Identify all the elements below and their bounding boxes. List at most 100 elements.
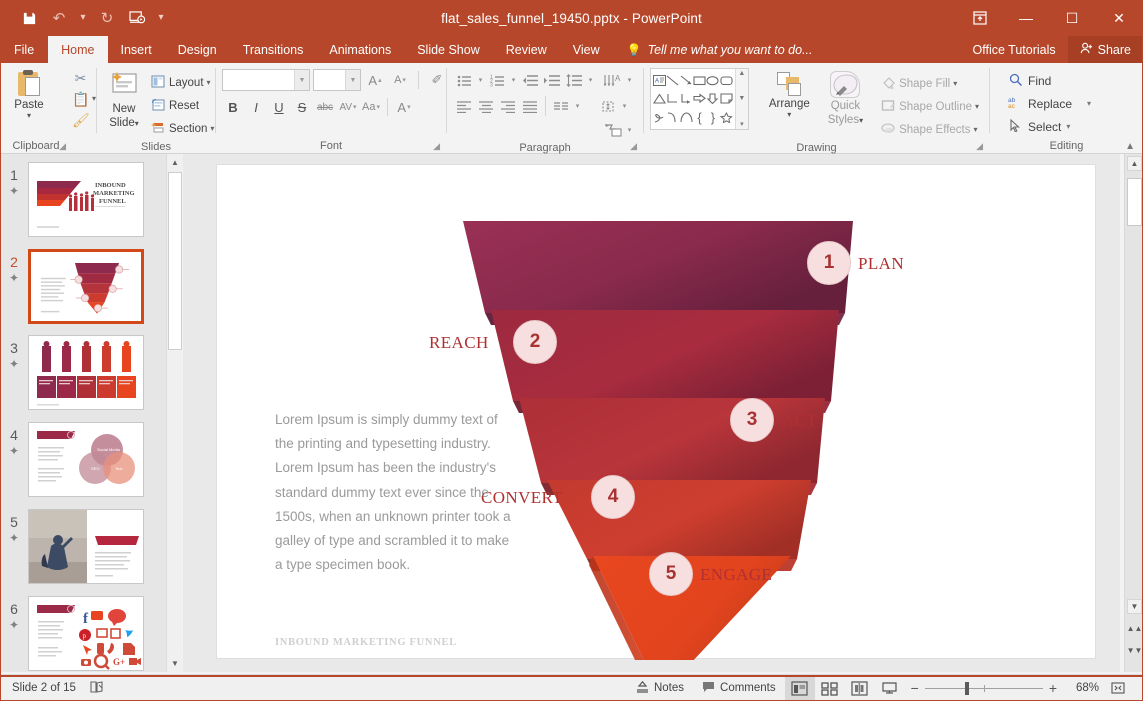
chevron-down-icon[interactable]: ▼ [294, 70, 309, 90]
tab-animations[interactable]: Animations [316, 36, 404, 63]
font-name-combo[interactable]: ▼ [222, 69, 310, 91]
shape-folded-corner-icon[interactable] [720, 90, 733, 109]
next-slide-icon[interactable]: ▼▼ [1127, 643, 1143, 658]
thumbnail-5[interactable] [28, 509, 144, 584]
zoom-slider-handle[interactable] [964, 681, 969, 695]
comments-button[interactable]: Comments [693, 675, 785, 701]
chevron-down-icon[interactable]: ▾ [207, 78, 211, 87]
shape-arrow-icon[interactable] [680, 71, 693, 90]
paragraph-dialog-launcher-icon[interactable]: ◢ [630, 141, 637, 152]
change-case-button[interactable]: Aa ▾ [360, 96, 382, 118]
shapes-gallery[interactable]: A {} ▲ ▼ ▾ [650, 68, 749, 130]
zoom-in-button[interactable]: + [1043, 675, 1063, 701]
replace-button[interactable]: ab ac Replace ▾ [1002, 92, 1096, 115]
thumbnail-panel-scrollbar[interactable]: ▲ ▼ [166, 154, 183, 672]
thumbnail-6[interactable]: f p G+ [28, 596, 144, 671]
funnel-stage-3[interactable] [519, 398, 825, 483]
shape-effects-button[interactable]: Shape Effects ▾ [875, 118, 983, 141]
bullets-dropdown-icon[interactable]: ▾ [475, 69, 486, 91]
scroll-down-icon[interactable]: ▼ [738, 95, 745, 102]
maximize-icon[interactable]: ☐ [1049, 0, 1095, 36]
shape-triangle-icon[interactable] [653, 90, 667, 109]
cut-button[interactable]: ✂ [72, 67, 89, 88]
shape-down-arrow-icon[interactable] [706, 90, 719, 109]
drawing-dialog-launcher-icon[interactable]: ◢ [976, 141, 983, 152]
align-center-button[interactable] [475, 95, 497, 117]
thumbnail-2[interactable] [28, 249, 144, 324]
character-spacing-button[interactable]: AV ▾ [337, 96, 359, 118]
funnel-stage-4[interactable] [547, 480, 811, 559]
convert-to-smartart-button[interactable] [602, 119, 624, 141]
slide-thumbnail-panel[interactable]: 1 ✦ INBOUND MARKETING FUNNEL 2 ✦ 3 ✦ 4 ✦… [0, 154, 166, 672]
tab-insert[interactable]: Insert [108, 36, 165, 63]
shape-line-icon[interactable] [666, 71, 679, 90]
section-button[interactable]: Section ▾ [145, 117, 218, 140]
ribbon-display-options-icon[interactable] [957, 0, 1003, 36]
reset-button[interactable]: Reset [145, 94, 218, 117]
thumbnail-item-5[interactable]: 5 ✦ [0, 509, 166, 584]
chevron-down-icon[interactable]: ▼ [345, 70, 360, 90]
undo-icon[interactable]: ↶ [44, 4, 74, 32]
reading-view-button[interactable] [845, 677, 875, 700]
funnel-stage-1[interactable] [463, 221, 853, 313]
numbering-button[interactable]: 123 [486, 69, 508, 91]
justify-button[interactable] [519, 95, 541, 117]
decrease-indent-button[interactable] [519, 69, 541, 91]
tab-home[interactable]: Home [48, 36, 108, 63]
notes-page-icon[interactable] [90, 680, 104, 697]
shapes-more-icon[interactable]: ▾ [740, 120, 744, 128]
notes-button[interactable]: Notes [627, 675, 693, 701]
share-button[interactable]: Share [1067, 36, 1143, 63]
align-right-button[interactable] [497, 95, 519, 117]
collapse-ribbon-icon[interactable]: ▲ [1125, 141, 1135, 152]
numbering-dropdown-icon[interactable]: ▾ [508, 69, 519, 91]
thumbnail-item-6[interactable]: 6 ✦ f p G+ [0, 596, 166, 671]
text-direction-button[interactable]: A [602, 69, 624, 91]
italic-button[interactable]: I [245, 96, 267, 118]
align-text-button[interactable] [597, 95, 619, 117]
copy-dropdown-icon[interactable]: ▾ [92, 94, 96, 103]
normal-view-button[interactable] [784, 676, 815, 700]
scroll-up-icon[interactable]: ▲ [738, 70, 745, 77]
scroll-up-icon[interactable]: ▲ [167, 154, 183, 171]
chevron-down-icon[interactable]: ▾ [787, 111, 791, 119]
line-spacing-dropdown-icon[interactable]: ▾ [585, 69, 596, 91]
zoom-slider[interactable] [924, 675, 1043, 701]
shape-fill-button[interactable]: Shape Fill ▾ [875, 72, 983, 95]
shape-right-arrow-icon[interactable] [693, 90, 706, 109]
shape-rounded-rectangle-icon[interactable] [720, 71, 733, 90]
funnel-node-2[interactable]: 2 [513, 320, 557, 364]
thumbnail-item-4[interactable]: 4 ✦ Social Media SEO Text [0, 422, 166, 497]
redo-icon[interactable]: ↻ [92, 4, 122, 32]
line-spacing-button[interactable] [563, 69, 585, 91]
scrollbar-thumb[interactable] [168, 172, 182, 350]
scrollbar-thumb[interactable] [1127, 178, 1142, 226]
funnel-node-5[interactable]: 5 [649, 552, 693, 596]
arrange-button[interactable]: Arrange ▾ [763, 68, 816, 119]
shape-elbow-arrow-icon[interactable] [680, 90, 693, 109]
strikethrough-button[interactable]: abc [314, 96, 336, 118]
thumbnail-4[interactable]: Social Media SEO Text [28, 422, 144, 497]
slide-show-view-button[interactable] [875, 677, 905, 700]
funnel-node-1[interactable]: 1 [807, 241, 851, 285]
columns-dropdown-icon[interactable]: ▾ [572, 95, 583, 117]
customize-qat-icon[interactable]: ▾ [152, 4, 170, 32]
chevron-down-icon[interactable]: ▾ [1066, 122, 1070, 131]
scroll-down-icon[interactable]: ▼ [167, 655, 183, 672]
tab-design[interactable]: Design [165, 36, 230, 63]
slide-sorter-view-button[interactable] [815, 677, 845, 700]
shape-oval-icon[interactable] [706, 71, 719, 90]
zoom-out-button[interactable]: − [905, 675, 925, 701]
select-button[interactable]: Select ▾ [1002, 115, 1075, 138]
new-slide-button[interactable]: New Slide▾ [103, 67, 145, 130]
minimize-icon[interactable]: — [1003, 0, 1049, 36]
tab-review[interactable]: Review [493, 36, 560, 63]
decrease-font-size-button[interactable]: A ▾ [389, 69, 411, 91]
save-icon[interactable] [14, 4, 44, 32]
scroll-up-icon[interactable]: ▲ [1127, 156, 1142, 171]
font-dialog-launcher-icon[interactable]: ◢ [433, 141, 440, 152]
slide-body-text[interactable]: Lorem Ipsum is simply dummy text of the … [275, 408, 515, 577]
shape-star-icon[interactable] [719, 108, 733, 127]
clipboard-dialog-launcher-icon[interactable]: ◢ [59, 141, 66, 152]
quick-styles-button[interactable]: Quick Styles▾ [822, 68, 869, 127]
